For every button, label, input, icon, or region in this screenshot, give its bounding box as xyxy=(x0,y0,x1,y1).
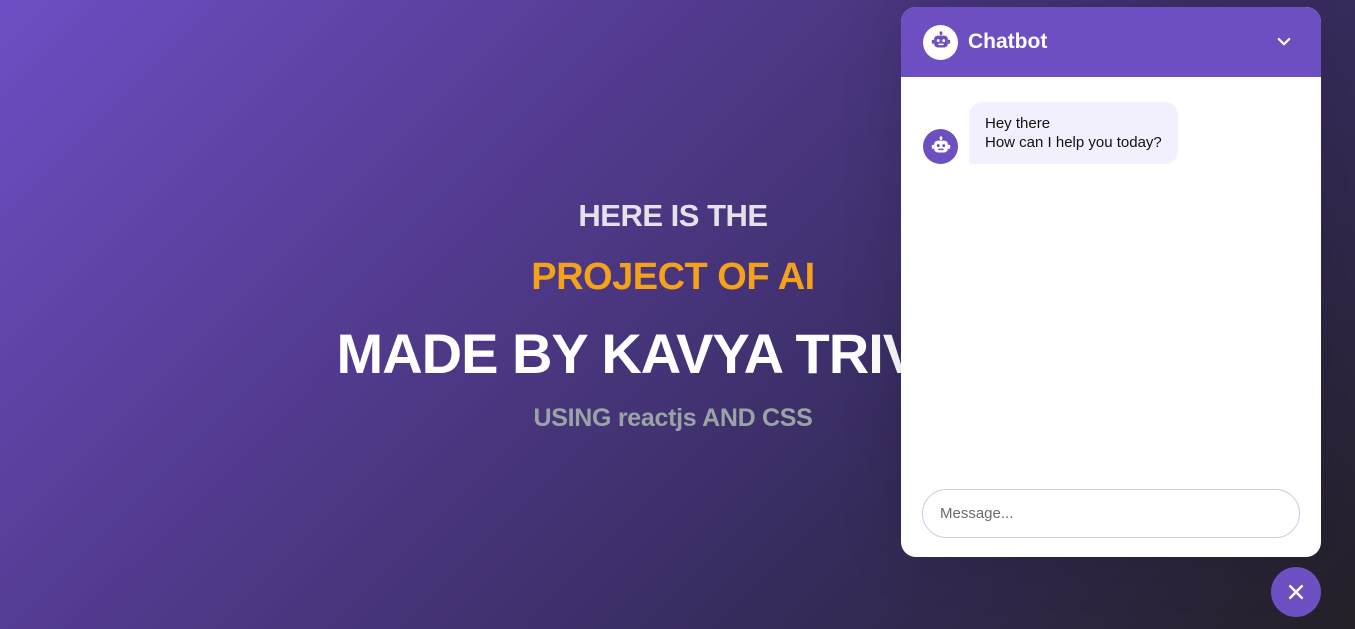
bot-message: Hey there How can I help you today? xyxy=(923,102,1299,164)
chat-body: Hey there How can I help you today? xyxy=(901,77,1321,487)
hero-intro-text: HERE IS THE xyxy=(578,198,768,233)
chatbot-toggle-button[interactable] xyxy=(1271,567,1321,617)
message-text-line: Hey there xyxy=(985,115,1051,132)
chat-footer xyxy=(901,489,1321,557)
message-input[interactable] xyxy=(922,489,1300,538)
chatbot-header-info: Chatbot xyxy=(923,24,1048,60)
chatbot-title: Chatbot xyxy=(968,30,1048,53)
hero-project-text: PROJECT OF AI xyxy=(531,256,815,298)
robot-icon xyxy=(923,24,958,60)
close-icon xyxy=(1288,584,1304,600)
chatbot-header: Chatbot xyxy=(901,7,1321,77)
chatbot-popup: Chatbot Hey there How can I help you tod… xyxy=(901,7,1321,557)
hero-tech-text: USING reactjs AND CSS xyxy=(533,404,813,432)
robot-icon xyxy=(923,129,958,164)
message-bubble: Hey there How can I help you today? xyxy=(969,102,1178,164)
chevron-down-icon xyxy=(1277,37,1291,46)
collapse-chat-button[interactable] xyxy=(1269,27,1299,57)
message-text-line: How can I help you today? xyxy=(985,134,1162,151)
